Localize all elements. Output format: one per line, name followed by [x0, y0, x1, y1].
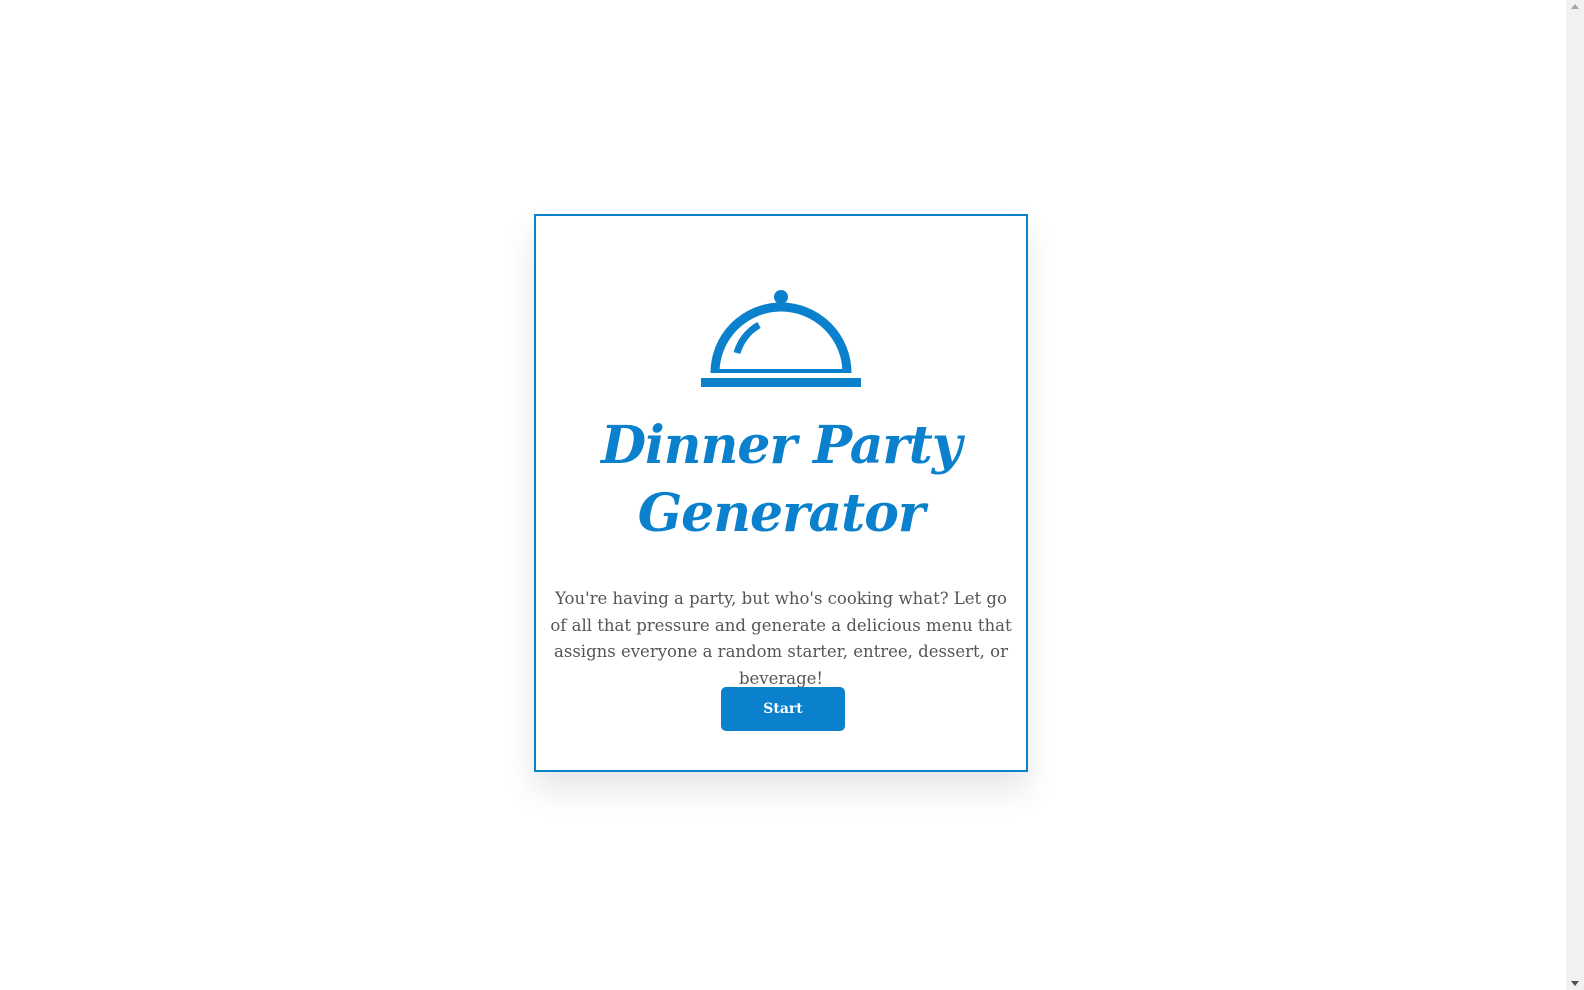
cloche-icon — [701, 290, 861, 387]
page: Dinner Party Generator You're having a p… — [0, 0, 1584, 990]
start-button[interactable]: Start — [721, 687, 845, 731]
scroll-down-icon[interactable] — [1571, 981, 1579, 986]
vertical-scrollbar[interactable] — [1566, 0, 1584, 990]
page-title: Dinner Party Generator — [556, 412, 1006, 548]
intro-card: Dinner Party Generator You're having a p… — [534, 214, 1028, 772]
title-line-1: Dinner Party — [600, 415, 962, 476]
title-line-2: Generator — [637, 483, 926, 544]
description-text: You're having a party, but who's cooking… — [550, 589, 1012, 688]
scroll-up-icon[interactable] — [1571, 4, 1579, 9]
